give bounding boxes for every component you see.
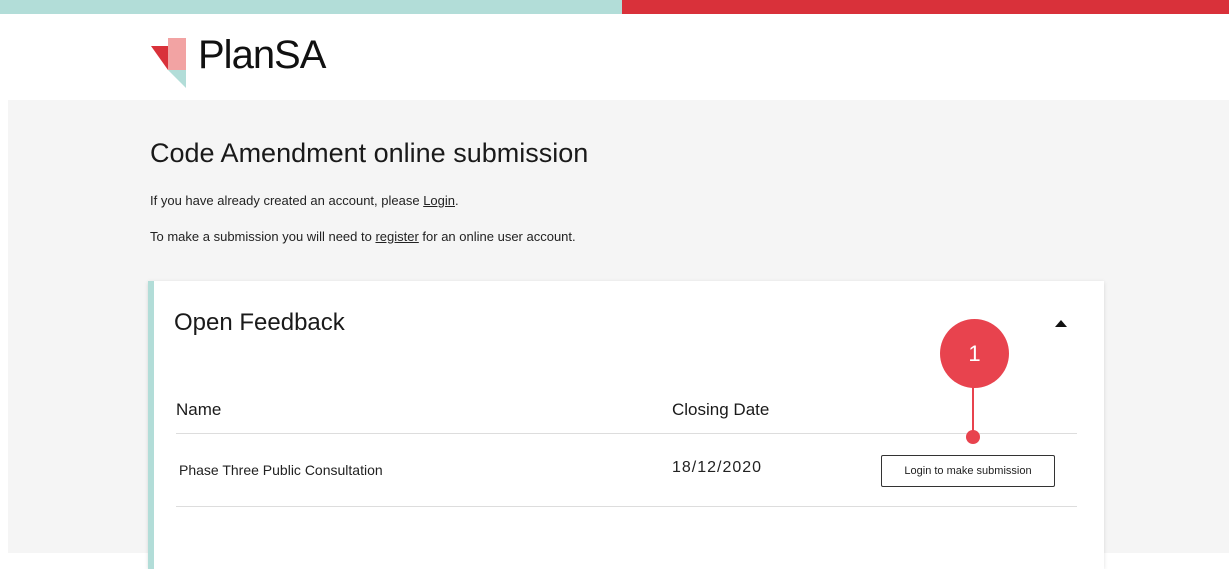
register-prompt: To make a submission you will need to re… xyxy=(150,229,576,244)
main-content: Code Amendment online submission If you … xyxy=(8,100,1229,569)
plansa-logo[interactable]: PlanSA xyxy=(148,28,378,90)
register-prompt-prefix: To make a submission you will need to xyxy=(150,229,376,244)
column-header-name: Name xyxy=(176,400,222,419)
site-header: PlanSA xyxy=(0,14,1229,100)
table-divider xyxy=(176,433,1077,434)
plansa-logo-icon xyxy=(151,38,186,88)
panel-title: Open Feedback xyxy=(174,309,345,336)
row-name: Phase Three Public Consultation xyxy=(179,462,383,478)
callout-badge: 1 xyxy=(940,319,1009,388)
login-to-make-submission-button[interactable]: Login to make submission xyxy=(881,455,1055,487)
login-prompt-prefix: If you have already created an account, … xyxy=(150,193,424,208)
top-accent-bar-teal xyxy=(0,0,622,14)
table-divider xyxy=(176,506,1077,507)
logo-text: PlanSA xyxy=(198,33,326,77)
callout-connector xyxy=(972,384,974,436)
top-accent-bar-red xyxy=(622,0,1229,14)
caret-up-icon xyxy=(1055,320,1067,327)
register-prompt-suffix: for an online user account. xyxy=(418,229,576,244)
row-closing-date: 18/12/2020 xyxy=(672,459,763,476)
collapse-button[interactable] xyxy=(1054,319,1068,329)
login-prompt: If you have already created an account, … xyxy=(150,193,459,208)
page-title: Code Amendment online submission xyxy=(150,138,589,168)
callout-pointer-dot xyxy=(966,430,980,444)
top-accent-bar xyxy=(0,0,1229,14)
column-header-closing-date: Closing Date xyxy=(672,400,770,419)
login-link[interactable]: Login xyxy=(423,193,455,208)
register-link[interactable]: register xyxy=(375,229,418,244)
login-prompt-suffix: . xyxy=(455,193,459,208)
